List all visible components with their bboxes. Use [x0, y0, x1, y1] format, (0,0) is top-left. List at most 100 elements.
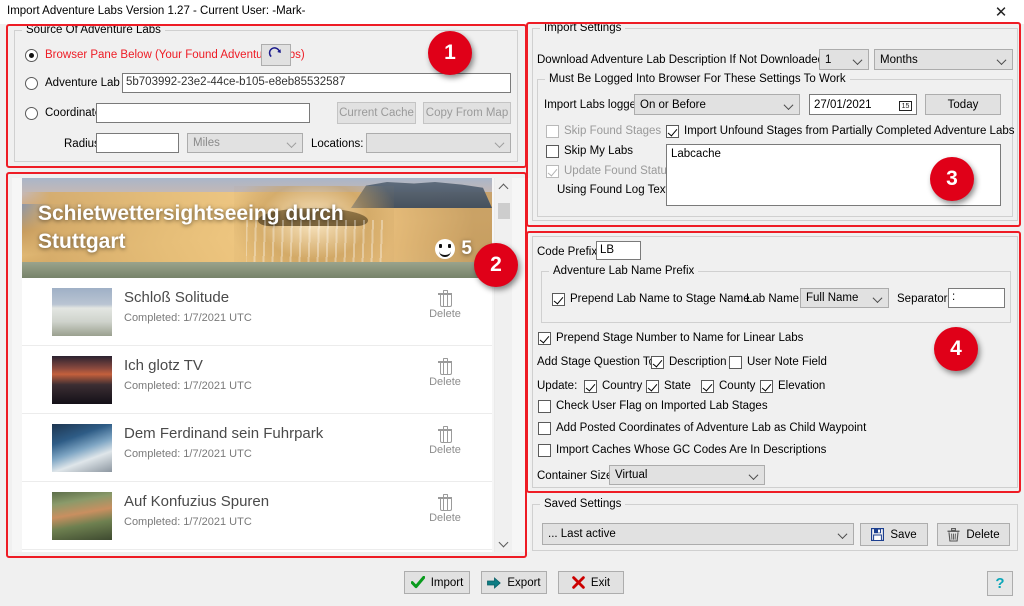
- stage-text: Ich glotz TV Completed: 1/7/2021 UTC: [124, 356, 384, 394]
- code-prefix-input[interactable]: LB: [596, 241, 641, 260]
- stage-thumbnail: [52, 424, 112, 472]
- export-button[interactable]: Export: [481, 571, 547, 594]
- radio-coordinates[interactable]: [25, 107, 38, 120]
- smiley-icon: [435, 239, 456, 259]
- lab-name-value: Full Name: [806, 292, 859, 304]
- delete-label: Delete: [429, 512, 461, 524]
- trash-icon: [438, 358, 452, 375]
- scroll-up-icon[interactable]: [495, 178, 513, 196]
- radio-adventure-lab-id[interactable]: [25, 77, 38, 90]
- delete-stage-button[interactable]: Delete: [422, 290, 468, 320]
- description-label: Description: [669, 356, 727, 368]
- annotation-badge-3: 3: [930, 157, 974, 201]
- exit-button[interactable]: Exit: [558, 571, 624, 594]
- save-settings-button[interactable]: Save: [860, 523, 928, 546]
- delete-label: Delete: [429, 444, 461, 456]
- stage-text: Auf Konfuzius Spuren Completed: 1/7/2021…: [124, 492, 384, 530]
- stage-status: Completed: 1/7/2021 UTC: [124, 380, 252, 392]
- import-gc-codes-label: Import Caches Whose GC Codes Are In Desc…: [556, 444, 827, 456]
- stage-status: Completed: 1/7/2021 UTC: [124, 516, 252, 528]
- chevron-down-icon: [785, 100, 793, 108]
- help-button[interactable]: ?: [987, 571, 1013, 596]
- scrollbar-thumb[interactable]: [498, 203, 510, 219]
- radius-input[interactable]: [96, 133, 179, 153]
- checkbox-add-posted-coords[interactable]: [538, 422, 551, 435]
- stage-text: Dem Ferdinand sein Fuhrpark Completed: 1…: [124, 424, 384, 462]
- check-icon: [410, 576, 425, 589]
- favorites-row: 5: [435, 238, 472, 260]
- logged-comparison-select[interactable]: On or Before: [634, 94, 800, 115]
- radio-browser-pane[interactable]: [25, 49, 38, 62]
- refresh-icon: [268, 46, 284, 64]
- import-button[interactable]: Import: [404, 571, 470, 594]
- browser-pane[interactable]: Schietwettersightseeing durch Stuttgart …: [12, 178, 530, 552]
- checkbox-skip-my-labs[interactable]: [546, 145, 559, 158]
- container-size-select[interactable]: Virtual: [609, 465, 765, 485]
- source-group-title: Source Of Adventure Labs: [22, 24, 165, 36]
- delete-stage-button[interactable]: Delete: [422, 358, 468, 388]
- adventure-lab-id-input[interactable]: 5b703992-23e2-44ce-b105-e8eb85532587: [122, 73, 511, 93]
- delete-stage-button[interactable]: Delete: [422, 426, 468, 456]
- download-count-select[interactable]: 1: [819, 49, 869, 70]
- checkbox-check-user-flag[interactable]: [538, 400, 551, 413]
- lab-name-select[interactable]: Full Name: [800, 288, 889, 308]
- separator-input[interactable]: :: [948, 288, 1005, 308]
- download-count-value: 1: [825, 53, 832, 66]
- stage-thumbnail: [52, 492, 112, 540]
- scroll-down-icon[interactable]: [495, 534, 513, 552]
- current-cache-button[interactable]: Current Cache: [337, 102, 416, 124]
- skip-my-labs-label: Skip My Labs: [564, 145, 634, 157]
- save-icon: [871, 528, 885, 541]
- saved-settings-select[interactable]: ... Last active: [542, 523, 854, 545]
- close-icon[interactable]: ✕: [978, 0, 1024, 24]
- download-unit-value: Months: [880, 53, 918, 66]
- checkbox-country[interactable]: [584, 380, 597, 393]
- checkbox-description[interactable]: [651, 356, 664, 369]
- stage-status: Completed: 1/7/2021 UTC: [124, 448, 252, 460]
- logged-date-input[interactable]: 27/01/2021 15: [809, 94, 917, 115]
- exit-label: Exit: [590, 576, 611, 589]
- checkbox-elevation[interactable]: [760, 380, 773, 393]
- saved-settings-value: ... Last active: [548, 528, 616, 540]
- state-label: State: [664, 380, 691, 392]
- stage-name: Auf Konfuzius Spuren: [124, 493, 270, 510]
- copy-from-map-button[interactable]: Copy From Map: [423, 102, 511, 124]
- checkbox-skip-found-stages[interactable]: [546, 125, 559, 138]
- checkbox-update-found-status[interactable]: [546, 165, 559, 178]
- arrow-right-icon: [487, 576, 502, 589]
- export-label: Export: [507, 576, 541, 589]
- checkbox-import-unfound-stages[interactable]: [666, 125, 679, 138]
- checkbox-prepend-lab-name[interactable]: [552, 293, 565, 306]
- chevron-down-icon: [839, 530, 847, 538]
- calendar-icon[interactable]: 15: [898, 98, 912, 111]
- checkbox-state[interactable]: [646, 380, 659, 393]
- checkbox-import-gc-codes[interactable]: [538, 444, 551, 457]
- checkbox-user-note-field[interactable]: [729, 356, 742, 369]
- list-item[interactable]: Dem Ferdinand sein Fuhrpark Completed: 1…: [22, 414, 492, 482]
- chevron-down-icon: [874, 294, 882, 302]
- refresh-icon-button[interactable]: [261, 44, 291, 66]
- download-description-label: Download Adventure Lab Description If No…: [537, 54, 862, 66]
- list-item[interactable]: Auf Konfuzius Spuren Completed: 1/7/2021…: [22, 482, 492, 550]
- browser-pane-scrollbar[interactable]: [494, 178, 512, 552]
- list-item[interactable]: Schloß Solitude Completed: 1/7/2021 UTC …: [22, 278, 492, 346]
- stage-thumbnail: [52, 288, 112, 336]
- delete-stage-button[interactable]: Delete: [422, 494, 468, 524]
- today-button[interactable]: Today: [925, 94, 1001, 115]
- checkbox-county[interactable]: [701, 380, 714, 393]
- chevron-down-icon: [750, 471, 758, 479]
- lab-title: Schietwettersightseeing durch Stuttgart: [38, 202, 344, 253]
- locations-select[interactable]: [366, 133, 511, 153]
- save-label: Save: [890, 528, 917, 541]
- checkbox-prepend-stage-number[interactable]: [538, 332, 551, 345]
- import-settings-title: Import Settings: [540, 22, 626, 34]
- title-bar: Import Adventure Labs Version 1.27 - Cur…: [0, 0, 1024, 24]
- radius-units-select[interactable]: Miles: [187, 133, 303, 153]
- chevron-down-icon: [496, 139, 504, 147]
- download-unit-select[interactable]: Months: [874, 49, 1013, 70]
- delete-settings-button[interactable]: Delete: [937, 523, 1010, 546]
- import-unfound-stages-label: Import Unfound Stages from Partially Com…: [684, 125, 1015, 137]
- lab-name-label: Lab Name:: [746, 293, 803, 305]
- coordinates-input[interactable]: [96, 103, 310, 123]
- list-item[interactable]: Ich glotz TV Completed: 1/7/2021 UTC Del…: [22, 346, 492, 414]
